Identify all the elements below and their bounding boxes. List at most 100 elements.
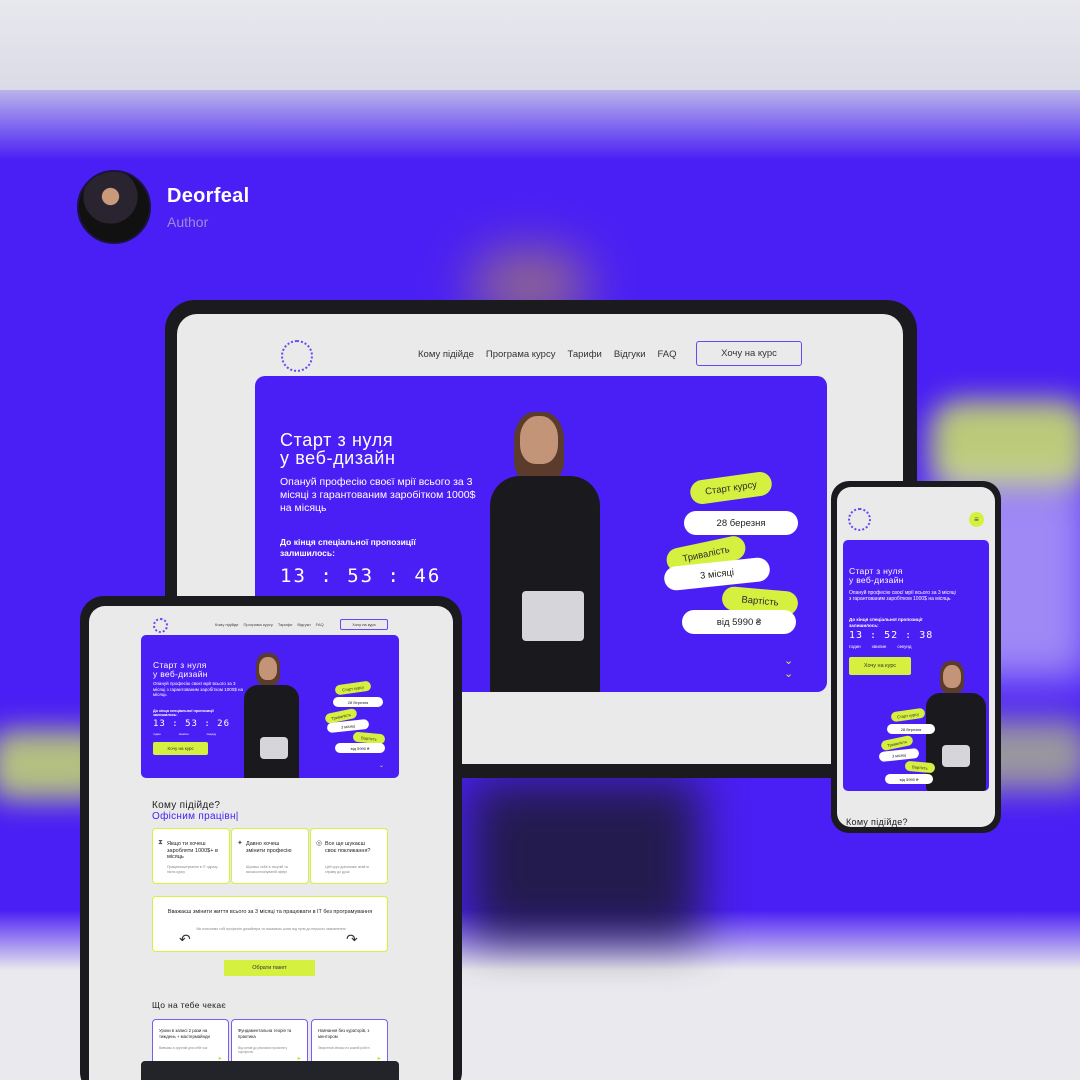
countdown-timer: 13 : 53 : 46 — [280, 565, 442, 587]
hero-title-line: у веб-дизайн — [849, 575, 904, 585]
countdown-timer: 13 : 53 : 26 — [153, 719, 231, 729]
feature-card: Уроки в записі 2 рази на тиждень + масте… — [152, 1019, 229, 1067]
hero-cta-button[interactable]: Хочу на курс — [849, 657, 911, 675]
hero-photo-body — [244, 685, 299, 778]
nav-item-program[interactable]: Програма курсу — [244, 622, 273, 627]
audience-card: ◎ Все ще шукаєш своє покликання? Цей кур… — [310, 828, 388, 884]
background-top — [0, 0, 1080, 100]
feature-card: Навчання без кураторів, з ментором Зворо… — [311, 1019, 388, 1067]
curved-arrow-icon: ↷ — [346, 931, 358, 947]
hero-cta-button[interactable]: Хочу на курс — [153, 742, 208, 755]
hero-subtitle: Опануй професію своєї мрії всього за 3 м… — [849, 590, 956, 603]
avatar[interactable] — [77, 170, 151, 244]
audience-card: ✦ Давно хочеш змінити професію Шукаєш се… — [231, 828, 309, 884]
hero-photo — [244, 653, 299, 778]
start-value-pill: 28 березня — [684, 511, 798, 535]
card-title: Фундаментальна теорія та практика — [238, 1028, 292, 1039]
start-label-pill: Старт курсу — [890, 707, 926, 723]
hero-title-line: у веб-дизайн — [280, 448, 396, 468]
nav-item-faq[interactable]: FAQ — [658, 349, 677, 360]
section-title: Що на тебе чекає — [152, 1000, 227, 1010]
laptop-image — [260, 737, 288, 759]
laptop-image — [522, 591, 584, 641]
logo-icon[interactable] — [281, 340, 313, 372]
star-icon: ✦ — [237, 840, 243, 847]
offer-countdown-label: До кінця спеціальної пропозиції залишило… — [280, 537, 416, 558]
nav-cta-button[interactable]: Хочу на курс — [340, 619, 388, 630]
hourglass-icon: ⧗ — [158, 839, 163, 846]
author-name[interactable]: Deorfeal — [167, 185, 249, 208]
chevron-double-down-icon[interactable]: ⌄ — [379, 762, 384, 769]
desktop-nav: Кому підійде Програма курсу Тарифи Відгу… — [418, 349, 677, 360]
nav-item-pricing[interactable]: Тарифи — [567, 349, 601, 360]
card-description: Працевлаштування в IT одразу після курсу — [167, 865, 218, 874]
offer-countdown-label: До кінця спеціальної пропозиції залишило… — [849, 617, 923, 628]
dark-section — [141, 1061, 399, 1080]
nav-item-pricing[interactable]: Тарифи — [278, 622, 292, 627]
card-title: Вважаєш змінити життя всього за 3 місяці… — [167, 909, 373, 915]
card-title: Уроки в записі 2 рази на тиждень + масте… — [159, 1028, 210, 1039]
section-subtitle: Офісним працівн| — [152, 811, 239, 822]
price-value-pill: від 5990 ₴ — [682, 610, 796, 634]
section-title: Кому підійде? — [846, 817, 908, 827]
audience-card: ⧗ Якщо ти хочеш заробляти 1000$+ в місяц… — [152, 828, 230, 884]
hero-title: Старт з нуля у веб-дизайн — [153, 661, 208, 679]
nav-item-for-whom[interactable]: Кому підійде — [215, 622, 239, 627]
card-description: Шукаєш себе в творчій та високооплачуван… — [246, 865, 288, 874]
nav-item-for-whom[interactable]: Кому підійде — [418, 349, 474, 360]
hero-title: Старт з нуля у веб-дизайн — [849, 567, 904, 585]
course-info-pills: Старт курсу 28 березня Тривалість 3 міся… — [878, 707, 939, 790]
unit-hours: годин — [153, 732, 161, 736]
nav-item-program[interactable]: Програма курсу — [486, 349, 556, 360]
chevron-double-down-icon[interactable]: ⌄ ⌄ — [784, 654, 793, 680]
price-value-pill: від 5990 ₴ — [885, 774, 933, 784]
unit-minutes: хвилин — [178, 732, 189, 736]
hero-title: Старт з нуля у веб-дизайн — [280, 431, 396, 467]
unit-minutes: хвилин — [871, 644, 887, 649]
card-description: Ми пояснимо тобі професію дизайнера та п… — [196, 927, 346, 931]
phone-mockup: ≡ Старт з нуля у веб-дизайн Опануй профе… — [831, 481, 1001, 833]
nav-cta-button[interactable]: Хочу на курс — [696, 341, 802, 366]
logo-icon[interactable] — [153, 618, 168, 633]
author-block: Deorfeal Author — [77, 170, 249, 244]
card-description: Цей курс допоможе знайти справу до душі — [325, 865, 369, 874]
card-title: Якщо ти хочеш заробляти 1000$+ в місяць — [167, 841, 218, 860]
globe-icon: ◎ — [316, 840, 323, 847]
unit-seconds: секунд — [206, 732, 216, 736]
hero-photo — [490, 412, 600, 692]
card-title: Давно хочеш змінити професію — [246, 841, 292, 854]
author-text: Deorfeal Author — [167, 185, 249, 230]
start-label-pill: Старт курсу — [688, 470, 774, 506]
hero-subtitle: Опануй професію своєї мрії всього за 3 м… — [153, 681, 243, 698]
laptop-image — [942, 745, 970, 767]
feature-card: Фундаментальна теорія та практика Від ос… — [231, 1019, 308, 1067]
start-label-pill: Старт курсу — [334, 680, 372, 696]
hero-photo-face — [259, 657, 277, 680]
countdown-timer: 13 : 52 : 38 — [849, 630, 934, 641]
tablet-screen: Кому підійде Програма курсу Тарифи Відгу… — [89, 606, 453, 1080]
price-value-pill: від 5990 ₴ — [335, 743, 385, 753]
hero-title-line: у веб-дизайн — [153, 669, 208, 679]
unit-seconds: секунд — [897, 644, 912, 649]
nav-item-reviews[interactable]: Відгуки — [297, 622, 310, 627]
countdown-units: годин хвилин секунд — [153, 732, 216, 736]
hero-section: Старт з нуля у веб-дизайн Опануй професі… — [141, 635, 399, 778]
offer-countdown-label: До кінця спеціальної пропозиції залишило… — [153, 709, 214, 717]
nav-item-faq[interactable]: FAQ — [316, 622, 324, 627]
start-value-pill: 28 березня — [333, 697, 383, 707]
phone-screen: ≡ Старт з нуля у веб-дизайн Опануй профе… — [837, 487, 995, 827]
tablet-mockup: Кому підійде Програма курсу Тарифи Відгу… — [80, 596, 462, 1080]
hero-photo-face — [520, 416, 558, 464]
author-role: Author — [167, 213, 209, 230]
hamburger-menu-icon[interactable]: ≡ — [969, 512, 984, 527]
pick-package-button[interactable]: Обрати пакет — [224, 960, 315, 976]
course-info-pills: Старт курсу 28 березня Тривалість 3 міся… — [324, 680, 387, 763]
hero-photo-face — [943, 665, 961, 688]
unit-hours: годин — [849, 644, 861, 649]
hero-section: Старт з нуля у веб-дизайн Опануй професі… — [843, 540, 989, 791]
hero-photo-body — [490, 476, 600, 692]
nav-item-reviews[interactable]: Відгуки — [614, 349, 646, 360]
card-title: Навчання без кураторів, з ментором — [318, 1028, 370, 1039]
logo-icon[interactable] — [848, 508, 871, 531]
hero-subtitle: Опануй професію своєї мрії всього за 3 м… — [280, 476, 476, 514]
